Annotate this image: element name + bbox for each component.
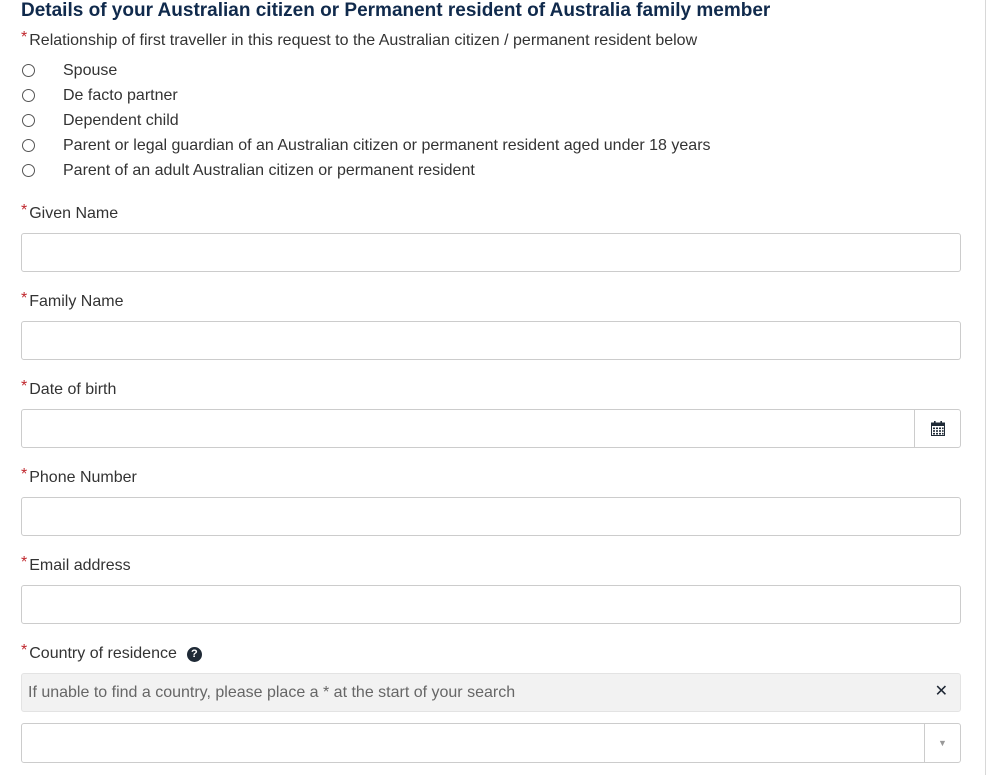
required-marker: * xyxy=(21,554,28,571)
phone-number-label: * Phone Number xyxy=(21,466,137,486)
family-member-form: Details of your Australian citizen or Pe… xyxy=(21,0,961,763)
section-title: Details of your Australian citizen or Pe… xyxy=(21,0,771,21)
country-search-hint: If unable to find a country, please plac… xyxy=(21,673,961,712)
required-marker: * xyxy=(21,642,28,659)
calendar-icon xyxy=(930,421,945,436)
radio-option-spouse[interactable]: Spouse xyxy=(21,58,711,83)
relationship-radio-group: Spouse De facto partner Dependent child … xyxy=(21,58,711,183)
close-icon[interactable]: ✕ xyxy=(935,683,948,701)
given-name-label: * Given Name xyxy=(21,202,119,222)
phone-number-input[interactable] xyxy=(21,497,961,536)
question-circle-icon[interactable]: ? xyxy=(186,646,202,662)
date-of-birth-label: * Date of birth xyxy=(21,378,117,398)
country-select-value xyxy=(22,724,924,762)
date-of-birth-field xyxy=(21,409,961,448)
given-name-input[interactable] xyxy=(21,233,961,272)
required-marker: * xyxy=(21,378,28,395)
radio-option-parent-legal-guardian[interactable]: Parent or legal guardian of an Australia… xyxy=(21,133,711,158)
email-address-input[interactable] xyxy=(21,585,961,624)
required-marker: * xyxy=(21,29,28,46)
radio-button[interactable] xyxy=(22,139,35,152)
required-marker: * xyxy=(21,290,28,307)
family-name-label: * Family Name xyxy=(21,290,124,310)
radio-option-de-facto-partner[interactable]: De facto partner xyxy=(21,83,711,108)
relationship-label: * Relationship of first traveller in this… xyxy=(21,29,698,49)
email-address-label: * Email address xyxy=(21,554,131,574)
radio-option-parent-of-adult[interactable]: Parent of an adult Australian citizen or… xyxy=(21,158,711,183)
required-marker: * xyxy=(21,202,28,219)
required-marker: * xyxy=(21,466,28,483)
radio-button[interactable] xyxy=(22,164,35,177)
radio-button[interactable] xyxy=(22,89,35,102)
date-of-birth-input[interactable] xyxy=(22,410,914,447)
calendar-button[interactable] xyxy=(914,410,960,447)
chevron-down-icon[interactable]: ▼ xyxy=(924,724,960,762)
family-name-input[interactable] xyxy=(21,321,961,360)
radio-option-dependent-child[interactable]: Dependent child xyxy=(21,108,711,133)
radio-button[interactable] xyxy=(22,114,35,127)
country-of-residence-label: * Country of residence ? xyxy=(21,642,202,664)
radio-button[interactable] xyxy=(22,64,35,77)
country-hint-text: If unable to find a country, please plac… xyxy=(28,683,516,701)
country-of-residence-select[interactable]: ▼ xyxy=(21,723,961,763)
